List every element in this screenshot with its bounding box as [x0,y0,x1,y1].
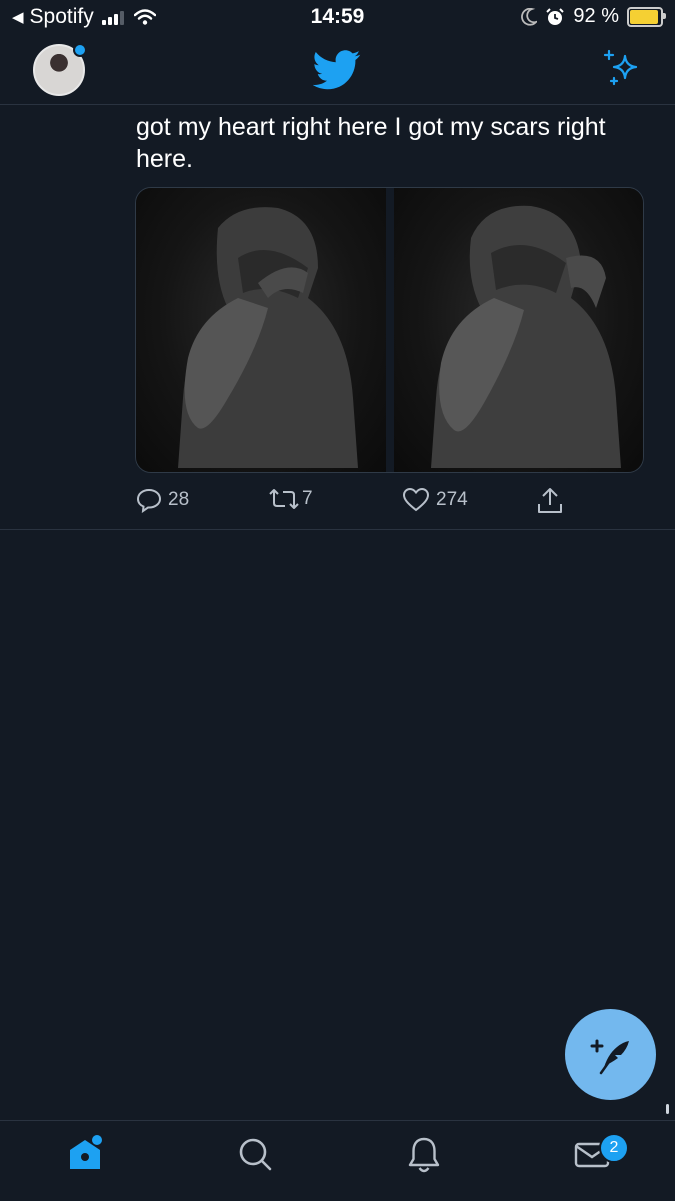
search-icon [239,1138,272,1171]
like-button[interactable]: 274 [402,487,468,513]
share-icon [538,488,562,513]
alarm-icon [546,7,565,25]
like-count: 274 [436,489,468,510]
notifications-bell-icon [408,1137,440,1173]
moon-icon [521,7,538,26]
battery-percent: 92 % [573,5,619,27]
compose-feather-icon [590,1039,629,1074]
heart-icon [402,487,430,512]
bottom-tab-bar: 2 [0,1120,675,1201]
reply-button[interactable]: 28 [136,487,189,513]
tweet-text: got my heart right here I got my scars r… [136,113,606,173]
tab-notifications[interactable] [405,1135,443,1180]
tweet-photo-1[interactable] [136,188,386,472]
tweet-media[interactable] [135,187,644,473]
compose-tweet-button[interactable] [565,1009,656,1100]
tweet[interactable]: got my heart right here I got my scars r… [0,105,675,530]
top-header [0,36,675,105]
photo-figure [178,207,358,468]
status-bar: ◀ Spotify 14:59 92 % [0,0,675,36]
battery-icon [627,6,666,27]
retweet-count: 7 [302,488,313,509]
reply-count: 28 [168,489,190,510]
sparkle-icon[interactable] [602,48,642,88]
photo-figure [430,205,621,468]
tweet-actions: 28 7 274 [0,487,675,517]
share-button[interactable] [536,487,564,515]
retweet-button[interactable]: 7 [268,487,313,511]
home-notification-dot [92,1135,102,1145]
status-right: 92 % [521,5,666,28]
reply-icon [136,488,162,513]
tab-search[interactable] [236,1135,274,1178]
twitter-bird-icon [313,50,361,90]
tweet-photo-2[interactable] [393,188,643,472]
scroll-indicator [666,1104,669,1114]
retweet-icon [269,489,299,509]
avatar-notification-dot [73,43,87,57]
messages-badge: 2 [599,1133,629,1163]
